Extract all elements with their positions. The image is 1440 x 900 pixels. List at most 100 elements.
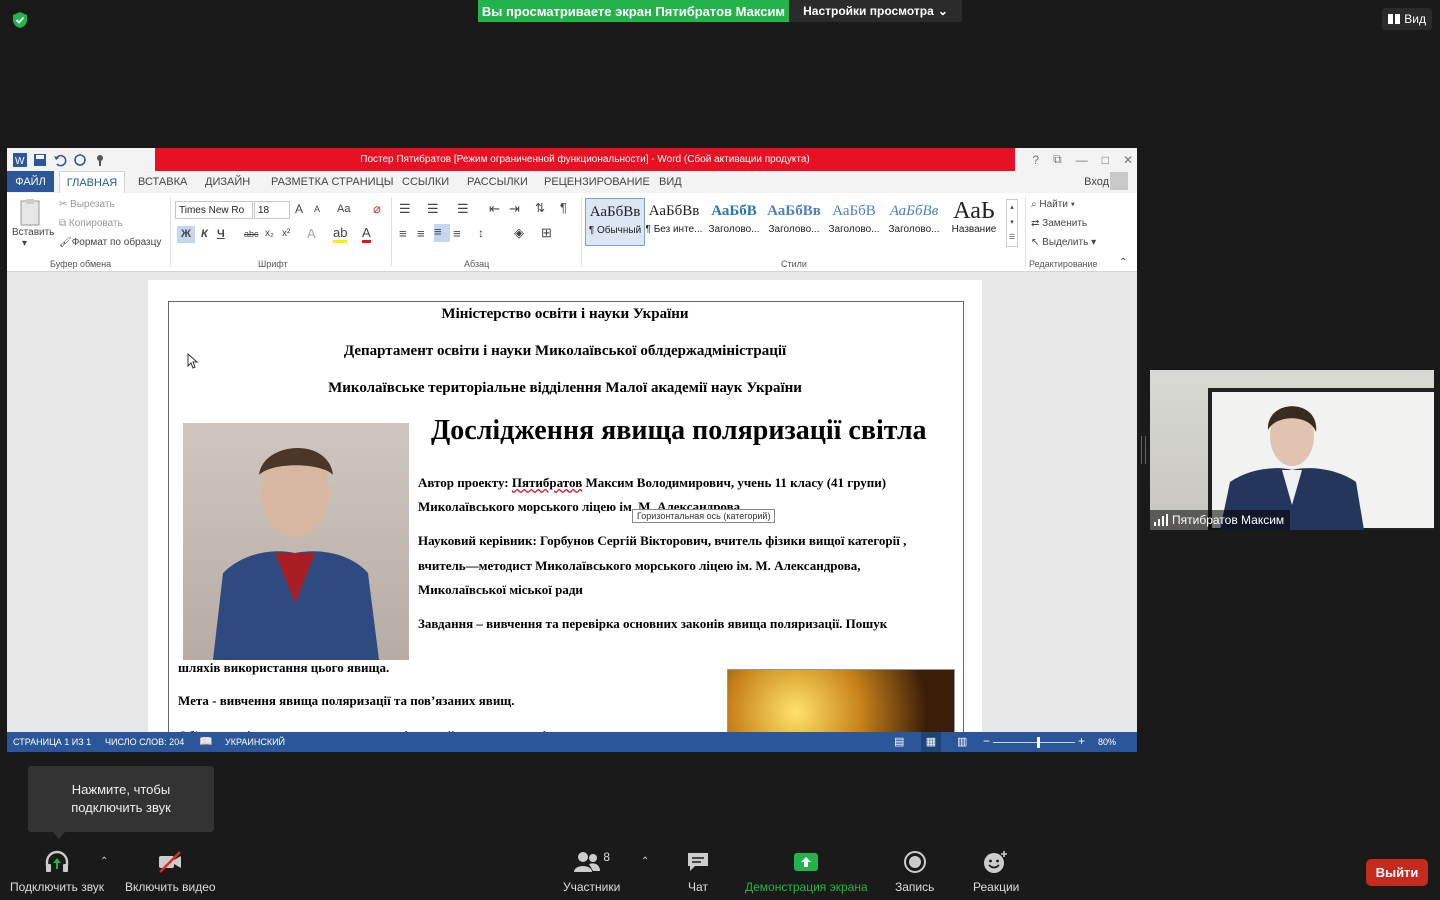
paste-button[interactable]: Вставить [12,227,54,238]
clipboard-group-label: Буфер обмена [50,259,112,269]
line-spacing-icon[interactable]: ↕ [478,226,484,240]
superscript-button[interactable]: x² [282,228,290,239]
participants-button[interactable]: 8 Участники [563,850,620,894]
collapse-ribbon-icon[interactable]: ⌃ [1119,257,1127,268]
paste-icon[interactable] [18,199,44,229]
leave-button[interactable]: Выйти [1366,859,1428,886]
italic-button[interactable]: К [201,228,208,240]
change-case-button[interactable]: Aa [337,203,350,215]
audio-options-caret-icon[interactable]: ⌃ [100,856,108,867]
font-group-label: Шрифт [258,259,288,269]
strikethrough-button[interactable]: abc [244,229,259,239]
tab-insert[interactable]: ВСТАВКА [138,171,187,193]
tab-review[interactable]: РЕЦЕНЗИРОВАНИЕ [544,171,650,193]
join-audio-tooltip[interactable]: Нажмите, чтобы подключить звук [28,766,214,832]
style-normal[interactable]: АаБбВв ¶ Обычный [585,198,645,246]
tab-view[interactable]: ВИД [659,171,682,193]
user-avatar-icon[interactable] [1110,172,1128,190]
zoom-in-button[interactable]: + [1078,734,1085,748]
maximize-icon[interactable]: □ [1102,153,1109,167]
record-button[interactable]: Запись [895,850,934,894]
styles-scroll[interactable]: ▴ ▾ ☰ [1006,199,1018,247]
copy-button[interactable]: ⧉ Копировать [59,218,123,229]
language-indicator[interactable]: УКРАИНСКИЙ [225,737,285,747]
justify-icon[interactable]: ≡ [453,226,461,241]
bold-button[interactable]: Ж [177,226,195,243]
tab-home[interactable]: ГЛАВНАЯ [59,171,125,193]
chevron-down-icon[interactable]: ▾ [22,238,27,249]
multilevel-list-icon[interactable]: ☰ [457,201,469,217]
font-color-icon[interactable]: A [362,226,371,243]
bullets-icon[interactable]: ☰ [399,201,411,217]
join-audio-button[interactable]: Подключить звук [10,850,104,894]
clear-format-icon[interactable]: ⌀ [373,201,381,217]
redo-icon[interactable] [73,153,87,167]
numbering-icon[interactable]: ☰ [427,201,439,217]
web-layout-icon[interactable]: ▥ [957,735,967,748]
view-button[interactable]: Вид [1382,8,1432,30]
zoom-out-button[interactable]: − [983,734,990,748]
svg-text:W: W [15,156,25,167]
increase-indent-icon[interactable]: ⇥ [509,201,520,217]
tab-file[interactable]: ФАЙЛ [7,171,54,192]
zoom-slider[interactable] [993,737,1075,748]
zoom-level[interactable]: 80% [1098,737,1116,747]
zoom-slider-thumb[interactable] [1036,737,1040,748]
touch-mode-icon[interactable] [93,153,107,167]
align-right-icon[interactable]: ≡ [434,224,450,242]
security-shield-icon[interactable] [10,10,30,30]
close-icon[interactable]: ✕ [1123,153,1133,167]
style-heading-1[interactable]: АаБбВ Заголово... [705,198,763,244]
ribbon-display-icon[interactable]: ⧉ [1053,152,1062,167]
panel-splitter[interactable] [1141,436,1146,464]
pilcrow-icon[interactable]: ¶ [560,200,567,215]
decrease-indent-icon[interactable]: ⇤ [489,201,500,217]
headphones-icon [45,850,69,872]
sign-in-link[interactable]: Вход [1084,171,1109,193]
grow-font-button[interactable]: A [295,202,303,216]
style-heading-4[interactable]: АаБбВв Заголово... [885,198,943,244]
find-button[interactable]: ⌕ Найти ▾ [1031,199,1075,210]
share-screen-button[interactable]: Демонстрация экрана [745,850,868,894]
page-count[interactable]: СТРАНИЦА 1 ИЗ 1 [13,737,91,747]
read-mode-icon[interactable]: ▤ [894,735,904,748]
subscript-button[interactable]: x₂ [265,228,274,239]
style-title[interactable]: АаЬ Название [945,198,1003,244]
tab-references[interactable]: ССЫЛКИ [402,171,449,193]
align-center-icon[interactable]: ≡ [417,226,425,241]
save-icon[interactable] [33,153,47,167]
replace-button[interactable]: ⇄ Заменить [1031,218,1087,229]
font-size-select[interactable]: 18 [254,201,290,219]
chat-button[interactable]: Чат [686,850,710,894]
participants-options-caret-icon[interactable]: ⌃ [641,856,649,867]
reactions-button[interactable]: Реакции [973,850,1019,894]
highlight-icon[interactable]: ab [333,226,348,243]
text-effects-icon[interactable]: A [307,226,316,241]
align-left-icon[interactable]: ≡ [399,226,407,241]
style-heading-3[interactable]: АаБбВ Заголово... [825,198,883,244]
borders-icon[interactable]: ⊞ [541,225,552,241]
view-settings-menu[interactable]: Настройки просмотра ⌄ [789,0,962,22]
tab-page-layout[interactable]: РАЗМЕТКА СТРАНИЦЫ [271,171,393,193]
undo-icon[interactable] [53,153,67,167]
word-count[interactable]: ЧИСЛО СЛОВ: 204 [105,737,184,747]
start-video-button[interactable]: Включить видео [125,850,216,894]
style-no-spacing[interactable]: АаБбВв ¶ Без инте... [645,198,703,244]
select-button[interactable]: ↖ Выделить ▾ [1031,237,1096,248]
print-layout-icon[interactable]: ▦ [921,732,941,752]
format-painter-button[interactable]: 🖌Формат по образцу [59,237,161,248]
sort-icon[interactable]: ⇅ [535,201,545,215]
cut-button[interactable]: ✂ Вырезать [59,199,115,210]
shrink-font-button[interactable]: A [314,204,320,214]
minimize-icon[interactable]: — [1076,153,1088,167]
style-heading-2[interactable]: АаБбВв Заголово... [765,198,823,244]
doc-supervisor-line-1: Науковий керівник: Горбунов Сергій Вікто… [418,533,907,548]
help-icon[interactable]: ? [1032,153,1039,167]
participant-video[interactable] [1150,370,1434,530]
underline-button[interactable]: Ч [217,228,225,240]
font-name-select[interactable]: Times New Ro [175,201,253,219]
tab-mailings[interactable]: РАССЫЛКИ [467,171,528,193]
proofing-icon[interactable]: 📖 [199,735,213,748]
shading-icon[interactable]: ◈ [514,225,524,241]
tab-design[interactable]: ДИЗАЙН [205,171,250,193]
